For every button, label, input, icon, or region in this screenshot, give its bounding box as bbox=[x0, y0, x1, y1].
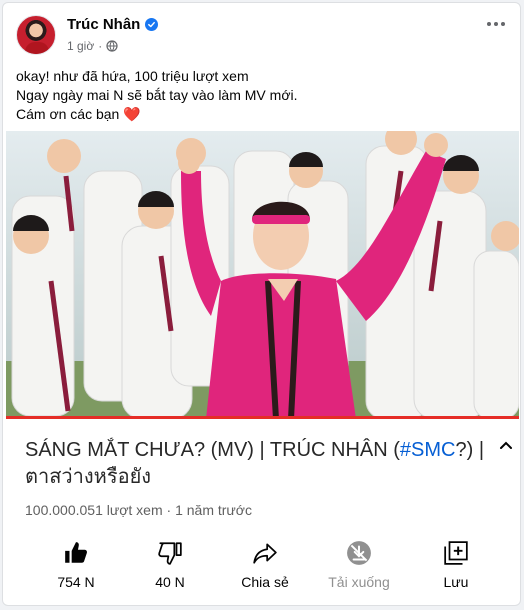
author-avatar[interactable] bbox=[16, 15, 56, 55]
download-disabled-icon bbox=[347, 541, 371, 565]
thumbs-up-icon bbox=[65, 542, 87, 563]
video-action-bar: 754 N 40 N Chia sẻ Tải xuống Lưu bbox=[21, 535, 501, 595]
heart-emoji-icon: ❤️ bbox=[123, 106, 141, 122]
download-button[interactable]: Tải xuống bbox=[319, 535, 399, 595]
chevron-up-icon[interactable] bbox=[498, 437, 514, 453]
save-button[interactable]: Lưu bbox=[416, 535, 496, 595]
save-playlist-icon bbox=[444, 541, 468, 565]
verified-badge-icon bbox=[145, 18, 159, 31]
music-video-scene bbox=[6, 131, 519, 419]
like-count: 754 N bbox=[57, 574, 95, 590]
facebook-post-card: Trúc Nhân 1 giờ · okay! như đã hứa, 100 … bbox=[2, 2, 521, 606]
post-header: Trúc Nhân 1 giờ · bbox=[3, 3, 520, 61]
download-label: Tải xuống bbox=[328, 574, 390, 590]
dislike-button[interactable]: 40 N bbox=[130, 535, 210, 595]
more-options-button[interactable] bbox=[482, 13, 510, 35]
dislike-count: 40 N bbox=[155, 574, 185, 590]
like-button[interactable]: 754 N bbox=[36, 535, 116, 595]
video-thumbnail[interactable] bbox=[6, 131, 519, 419]
meta-separator: · bbox=[98, 39, 103, 53]
post-meta: 1 giờ · bbox=[67, 39, 118, 53]
video-progress-bar bbox=[6, 416, 519, 419]
save-label: Lưu bbox=[443, 574, 469, 590]
video-title[interactable]: SÁNG MẮT CHƯA? (MV) | TRÚC NHÂN (#SMC?) … bbox=[25, 437, 485, 491]
thumbs-down-icon bbox=[158, 542, 182, 565]
share-button[interactable]: Chia sẻ bbox=[225, 535, 305, 595]
share-label: Chia sẻ bbox=[241, 574, 289, 590]
caption-line: Ngay ngày mai N sẽ bắt tay vào làm MV mớ… bbox=[16, 87, 298, 103]
author-name-row: Trúc Nhân bbox=[67, 16, 159, 33]
post-caption: okay! như đã hứa, 100 triệu lượt xem Nga… bbox=[16, 67, 506, 124]
globe-icon bbox=[106, 40, 118, 52]
video-hashtag[interactable]: #SMC bbox=[400, 439, 456, 461]
caption-line: okay! như đã hứa, 100 triệu lượt xem bbox=[16, 68, 249, 84]
author-name[interactable]: Trúc Nhân bbox=[67, 16, 140, 33]
caption-line: Cám ơn các bạn ❤️ bbox=[16, 106, 141, 122]
share-icon bbox=[253, 543, 277, 564]
post-time[interactable]: 1 giờ bbox=[67, 39, 94, 53]
video-stats: 100.000.051 lượt xem · 1 năm trước bbox=[25, 502, 252, 518]
